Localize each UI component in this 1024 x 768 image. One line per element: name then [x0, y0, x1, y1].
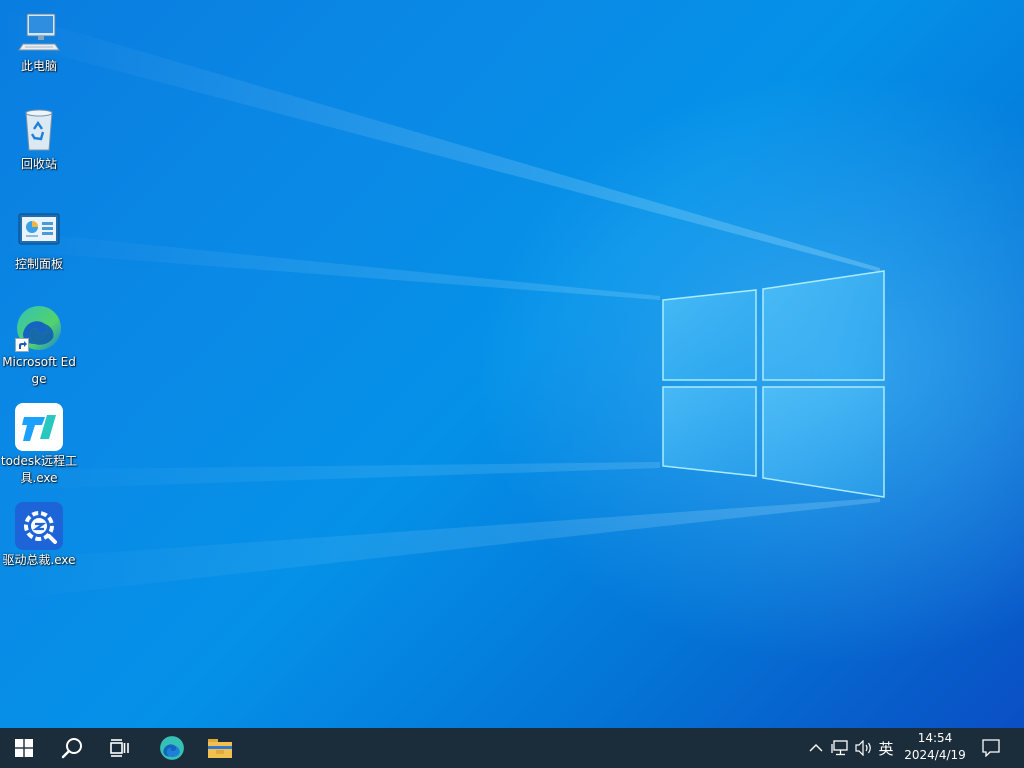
notification-center-button[interactable]	[976, 728, 1006, 768]
network-icon	[831, 740, 848, 756]
volume-icon	[855, 740, 871, 756]
todesk-icon	[15, 403, 63, 451]
edge-icon	[160, 736, 184, 760]
ime-label: 英	[878, 739, 894, 758]
search-icon	[61, 738, 82, 759]
taskbar-edge-button[interactable]	[148, 728, 196, 768]
taskbar: 英 14:54 2024/4/19	[0, 728, 1024, 768]
desktop-icon-label: todesk远程工具.exe	[0, 454, 78, 485]
desktop-icon-edge[interactable]: Microsoft Edge	[0, 304, 78, 388]
desktop-icon-control-panel[interactable]: 控制面板	[0, 206, 78, 273]
recycle-bin-icon	[15, 106, 63, 154]
start-icon	[15, 739, 33, 757]
notification-icon	[982, 739, 1000, 757]
task-view-icon	[110, 739, 129, 757]
taskbar-file-explorer-button[interactable]	[196, 728, 244, 768]
task-view-button[interactable]	[96, 728, 144, 768]
desktop[interactable]: 此电脑 回收站 控制面板 Microsoft Edge todesk远程工具.e…	[0, 0, 1024, 728]
driver-tool-icon	[15, 502, 63, 550]
desktop-icon-todesk[interactable]: todesk远程工具.exe	[0, 403, 78, 487]
desktop-icon-label: 控制面板	[14, 257, 63, 271]
computer-icon	[15, 8, 63, 56]
ime-indicator[interactable]: 英	[874, 728, 898, 768]
desktop-icon-this-pc[interactable]: 此电脑	[0, 8, 78, 75]
desktop-icon-label: Microsoft Edge	[2, 355, 76, 386]
search-button[interactable]	[48, 728, 96, 768]
control-panel-icon	[15, 206, 63, 254]
volume-button[interactable]	[852, 728, 876, 768]
desktop-icon-driver-tool[interactable]: 驱动总裁.exe	[0, 502, 78, 569]
desktop-icon-label: 此电脑	[20, 59, 57, 73]
clock[interactable]: 14:54 2024/4/19	[898, 730, 972, 766]
start-button[interactable]	[0, 728, 48, 768]
edge-icon	[15, 304, 63, 352]
clock-time: 14:54	[917, 731, 953, 745]
file-explorer-icon	[208, 739, 232, 758]
desktop-icon-recycle-bin[interactable]: 回收站	[0, 106, 78, 173]
wallpaper	[0, 10, 885, 600]
network-button[interactable]	[828, 728, 852, 768]
desktop-icon-label: 驱动总裁.exe	[2, 553, 76, 567]
show-hidden-icons-button[interactable]	[806, 728, 826, 768]
clock-date: 2024/4/19	[904, 748, 966, 762]
chevron-up-icon	[809, 744, 823, 752]
desktop-icon-label: 回收站	[20, 157, 57, 171]
shortcut-arrow-icon	[15, 338, 29, 352]
